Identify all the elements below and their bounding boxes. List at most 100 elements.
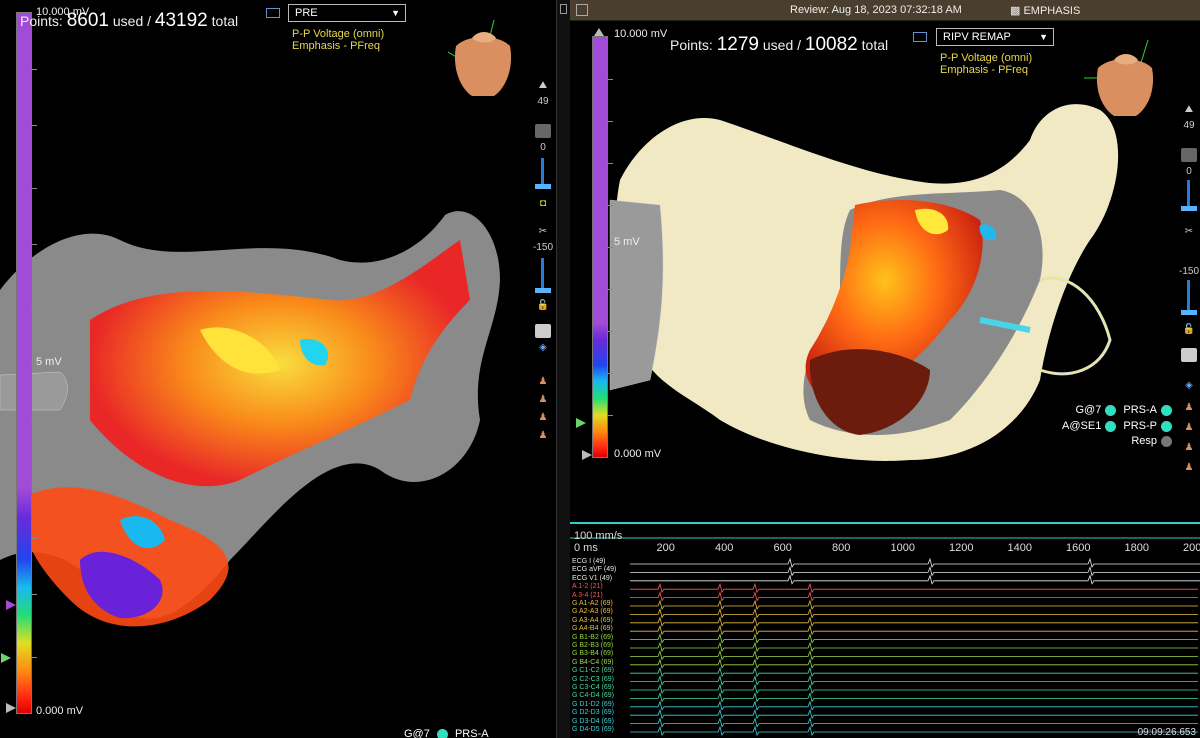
ecg-lead-label[interactable]: G B1-B2 (69) [572,634,613,641]
ecg-trace [630,582,1198,594]
left-scale-min: 0.000 mV [36,705,84,717]
right-map-select[interactable]: RIPV REMAP ▼ [936,28,1054,46]
clip-icon[interactable]: ✂ [532,226,554,237]
right-scale-bottom-handle[interactable] [582,450,592,460]
right-scale-low-handle[interactable] [576,418,586,428]
ecg-lead-label[interactable]: G C3-C4 (69) [572,684,614,691]
left-opacity-slider-knob[interactable] [535,184,551,189]
ecg-lead-label[interactable]: ECG I (49) [572,558,605,565]
ecg-sweep-speed[interactable]: 100 mm/s [574,530,622,542]
torso-view-1-icon[interactable]: ♟ [532,376,554,387]
left-legend-line-2: Emphasis - PFreq [292,40,381,52]
torso-view-2-icon[interactable]: ♟ [532,394,554,405]
channel-row: G@7 PRS-A [1075,404,1176,416]
lock-icon[interactable]: 🔓 [532,300,554,311]
right-map-pane[interactable]: Review: Aug 18, 2023 07:32:18 AM ▩ EMPHA… [570,0,1200,738]
layers-icon[interactable] [1181,148,1197,162]
ecg-lead-label[interactable]: A 1-2 (21) [572,583,603,590]
left-points-prefix: Points: [20,13,63,29]
right-opacity-slider-knob[interactable] [1181,206,1197,211]
pin-icon[interactable]: ◘ [532,198,554,209]
ecg-trace [630,608,1198,619]
ecg-lead-label[interactable]: A 3-4 (21) [572,592,603,599]
channel-left-dot[interactable] [1105,420,1117,432]
left-bottom-channels: G@7 PRS-A [404,728,489,738]
left-clip-slider-knob[interactable] [535,288,551,293]
ecg-lead-label[interactable]: G B3-B4 (69) [572,650,613,657]
left-scale-bottom-handle[interactable] [6,703,16,713]
mountain-icon[interactable]: ⛰ [1178,104,1200,115]
splitter-grip-icon[interactable] [560,4,567,14]
right-points-used: 1279 [716,34,759,55]
left-points-total: 43192 [154,10,208,31]
left-map-list-icon[interactable] [266,8,280,18]
dropdown-icon[interactable] [535,324,551,338]
catheter-icon[interactable]: ◈ [1178,380,1200,391]
right-clip-slider[interactable] [1187,280,1190,314]
right-clip-slider-knob[interactable] [1181,310,1197,315]
ecg-lead-label[interactable]: G D1-D2 (69) [572,701,614,708]
ecg-waveforms [630,558,1200,736]
right-voltage-scale[interactable] [592,36,613,458]
layers-icon[interactable] [535,124,551,138]
ecg-lead-label[interactable]: G A4-B4 (69) [572,625,613,632]
ecg-lead-label[interactable]: G B2-B3 (69) [572,642,613,649]
left-scale-high-handle[interactable] [6,600,16,610]
ecg-tick-label: 400 [715,542,734,554]
left-orientation-torso-icon[interactable] [448,18,518,98]
channel-right-dot[interactable] [1161,420,1172,432]
ecg-lead-label[interactable]: G D2-D3 (69) [572,709,614,716]
ecg-lead-label[interactable]: ECG V1 (49) [572,575,612,582]
ecg-time-readout: 09:09:26.653 [1137,727,1196,738]
left-map-pane[interactable]: 10.000 mV 5 mV 0.000 mV Points: 8601 use… [0,0,556,738]
ecg-trace [630,591,1198,602]
ecg-lead-label[interactable]: G C2-C3 (69) [572,676,614,683]
torso-view-4-icon[interactable]: ♟ [532,430,554,441]
ecg-lead-label[interactable]: G D3-D4 (69) [572,718,614,725]
right-points-prefix: Points: [670,37,713,53]
ecg-trace [630,658,1198,669]
right-points-total-suffix: total [861,37,889,53]
ecg-trace-panel[interactable]: 100 mm/s 0 ms 200 400 600 800 1000 1200 1400 16… [570,522,1200,738]
channel-left-label: G@7 [1075,404,1102,416]
clip-icon[interactable]: ✂ [1178,226,1200,237]
torso-view-3-icon[interactable]: ♟ [532,412,554,423]
dropdown-icon[interactable] [1181,348,1197,362]
channel-left-dot[interactable] [1105,404,1117,416]
torso-view-1-icon[interactable]: ♟ [1178,402,1200,413]
right-scale-top-handle[interactable] [594,28,604,36]
torso-view-4-icon[interactable]: ♟ [1178,462,1200,473]
left-map-select[interactable]: PRE ▼ [288,4,406,22]
catheter-icon[interactable]: ◈ [532,342,554,353]
torso-view-3-icon[interactable]: ♟ [1178,442,1200,453]
left-points-total-suffix: total [211,13,239,29]
left-toolbar-count1: 49 [537,96,549,107]
ecg-tick-label: 1600 [1066,542,1091,554]
left-voltage-scale[interactable] [16,12,37,714]
left-scale-low-handle[interactable] [1,653,11,663]
ecg-lead-label[interactable]: G C4-D4 (69) [572,692,614,699]
channel-right-dot[interactable] [1161,435,1172,447]
ecg-lead-label[interactable]: G B4-C4 (69) [572,659,614,666]
right-orientation-torso-icon[interactable] [1084,38,1164,118]
chevron-down-icon: ▼ [391,8,400,18]
ecg-trace [630,574,1200,585]
ecg-lead-label[interactable]: G A1-A2 (69) [572,600,613,607]
channel-right-label: PRS-A [1123,404,1157,416]
ecg-lead-label[interactable]: G D4-D5 (69) [572,726,614,733]
left-scale-mid: 5 mV [36,356,62,368]
left-anatomy-map[interactable] [0,0,556,738]
right-map-list-icon[interactable] [913,32,927,42]
lock-icon[interactable]: 🔓 [1178,324,1200,335]
torso-view-2-icon[interactable]: ♟ [1178,422,1200,433]
ecg-lead-label[interactable]: G C1-C2 (69) [572,667,614,674]
ecg-lead-label[interactable]: G A3-A4 (69) [572,617,613,624]
left-clip-slider[interactable] [541,258,544,292]
ecg-tick-label: 2000 [1183,542,1200,554]
ecg-lead-label[interactable]: ECG aVF (49) [572,566,616,573]
channel-right-dot[interactable] [1161,404,1172,416]
mountain-icon[interactable]: ⛰ [532,80,554,91]
right-toolbar-count3: -150 [1178,266,1199,277]
ecg-lead-label[interactable]: G A2-A3 (69) [572,608,613,615]
right-scale-mid: 5 mV [614,236,640,248]
